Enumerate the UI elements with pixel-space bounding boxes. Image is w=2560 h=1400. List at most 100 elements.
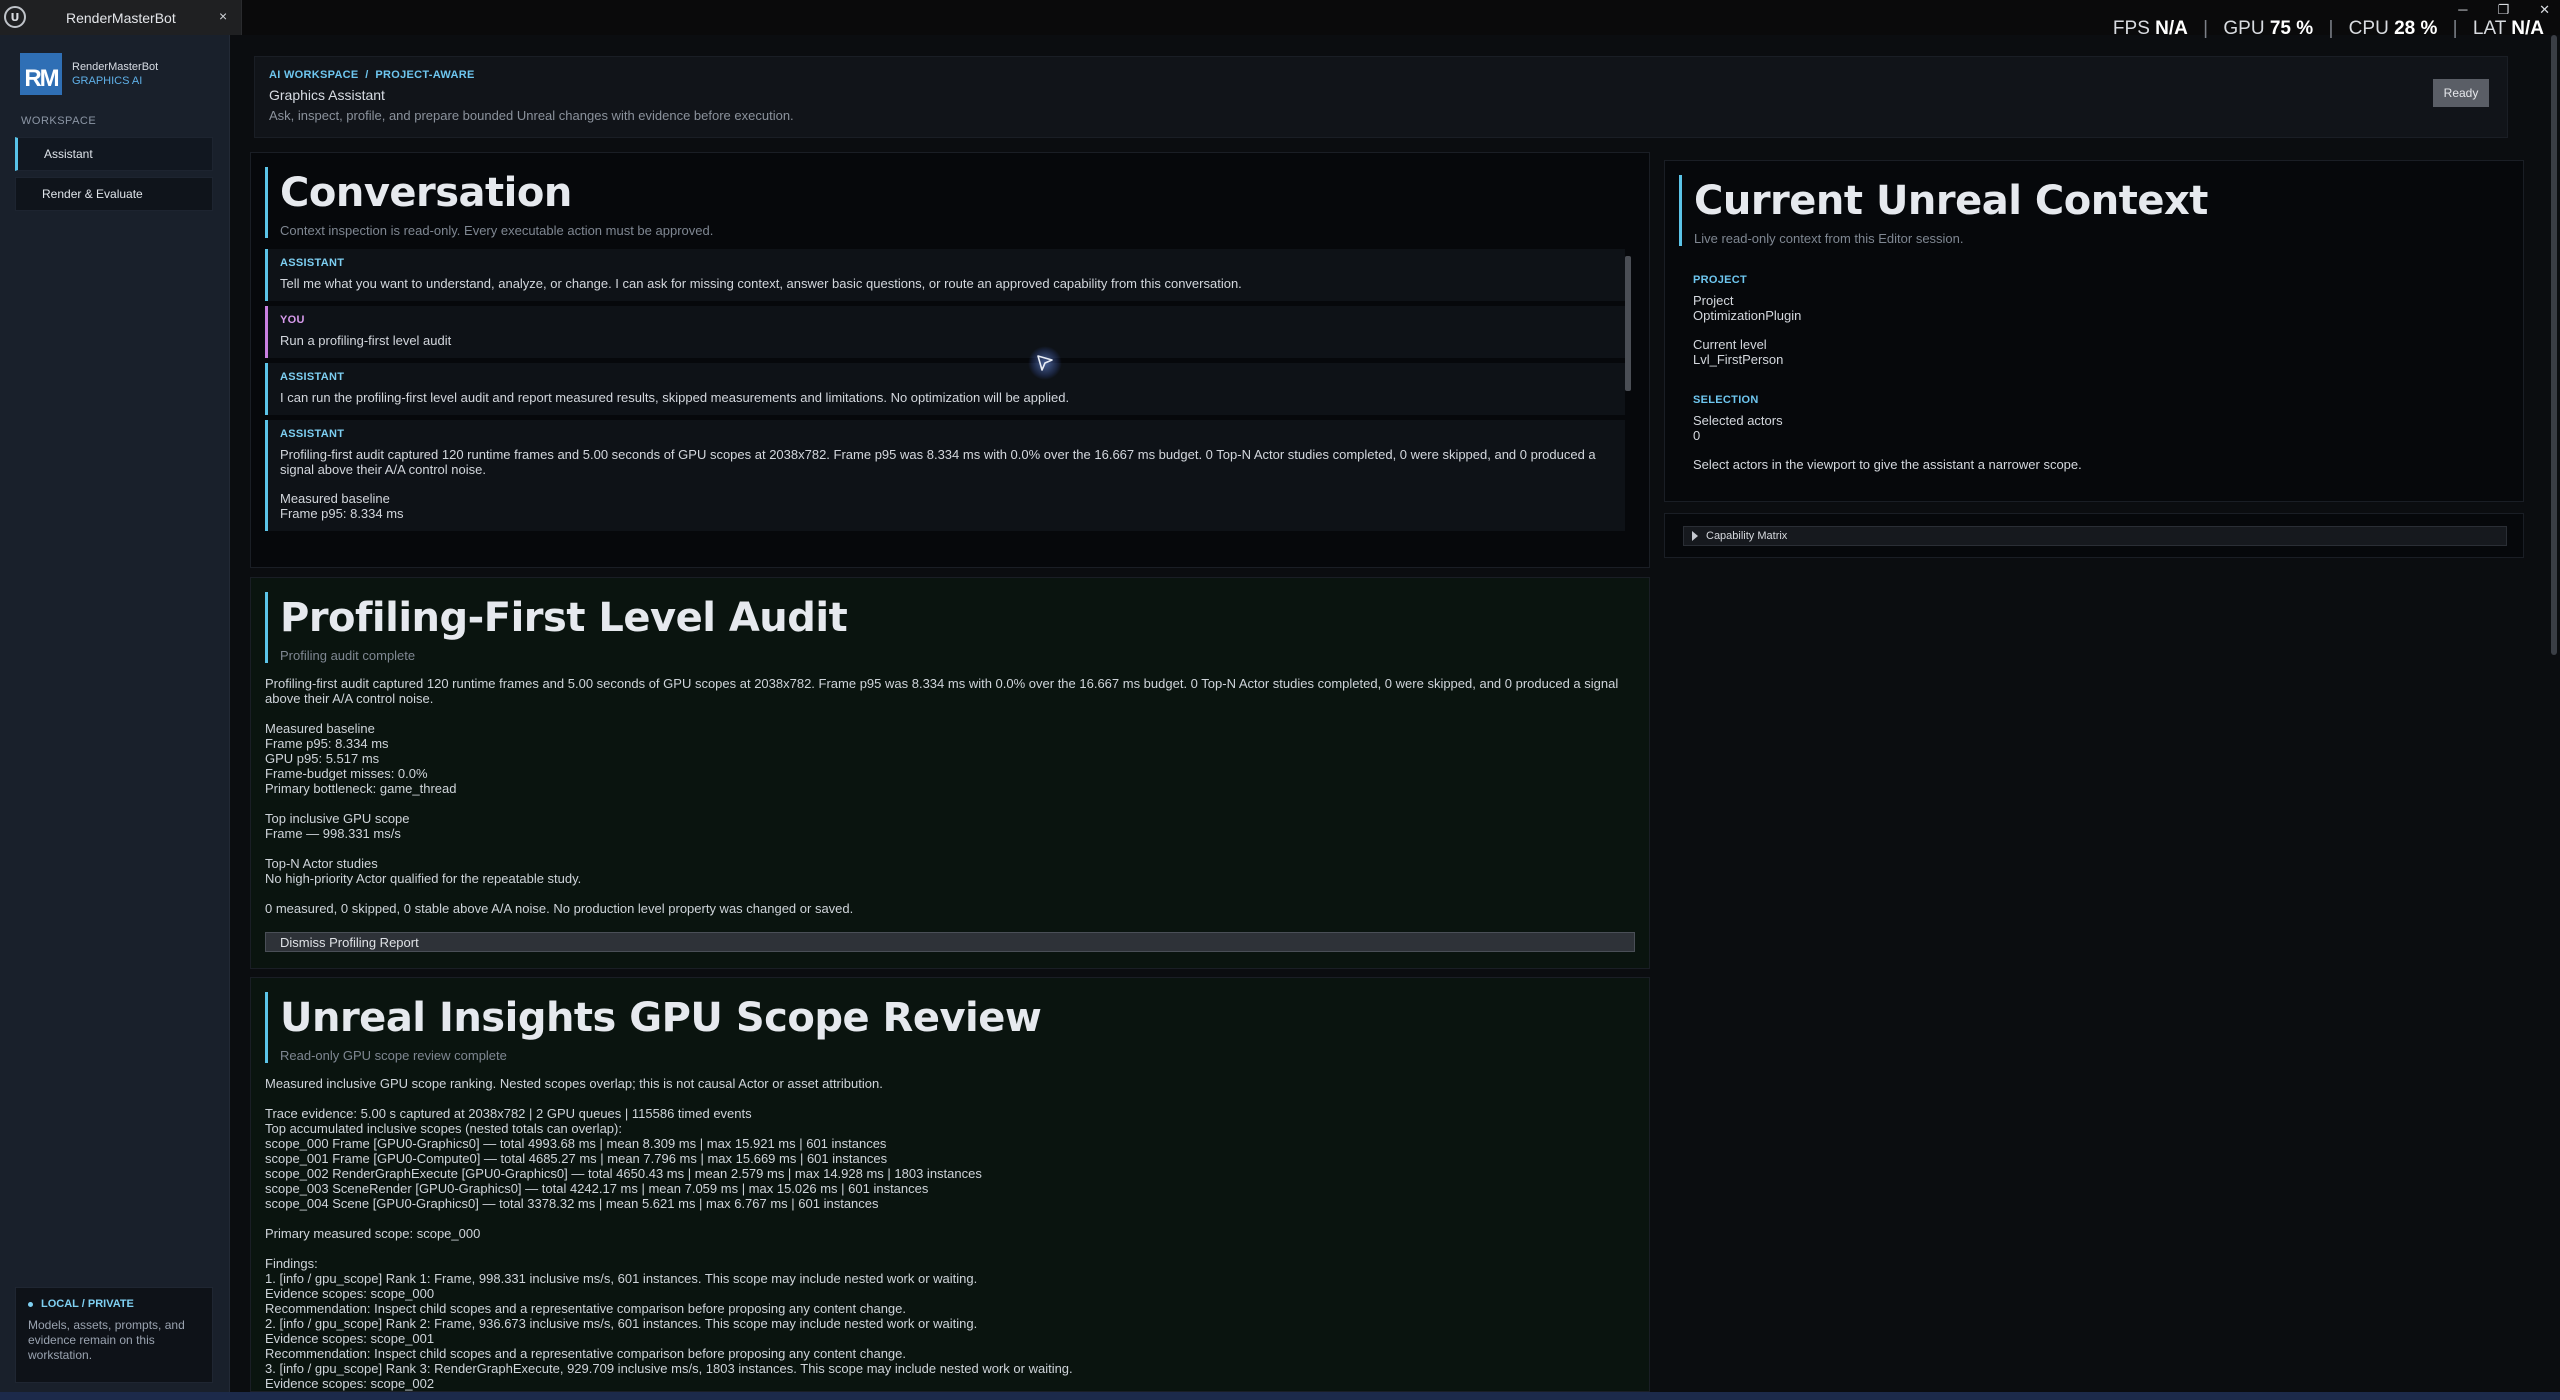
message-baseline-heading: Measured baseline [280, 491, 390, 506]
brand-text: RenderMasterBot GRAPHICS AI [72, 60, 158, 88]
capability-matrix-label: Capability Matrix [1706, 530, 1788, 542]
gpu-scope-heading: Top inclusive GPU scope [265, 811, 410, 826]
stats-separator: | [2328, 18, 2334, 39]
message-user: YOU Run a profiling-first level audit [265, 306, 1625, 358]
lat-label: LAT [2472, 18, 2506, 39]
message-role: YOU [280, 314, 305, 326]
finding-line: Evidence scopes: scope_002 [265, 1376, 435, 1391]
finding-line: Recommendation: Inspect child scopes and… [265, 1346, 906, 1361]
project-info: Project OptimizationPlugin [1693, 293, 2082, 323]
conversation-panel: Conversation Context inspection is read-… [250, 152, 1650, 568]
page-scrollbar-thumb[interactable] [2551, 35, 2557, 655]
sidebar-item-assistant[interactable]: Assistant [15, 137, 213, 171]
local-private-card: LOCAL / PRIVATE Models, assets, prompts,… [15, 1287, 213, 1383]
audit-gpu-scope: Top inclusive GPU scope Frame — 998.331 … [265, 811, 1635, 841]
close-icon[interactable]: ✕ [2539, 2, 2550, 18]
brand-subtitle: GRAPHICS AI [72, 75, 143, 87]
performance-stats: FPS N/A | GPU 75 % | CPU 28 % | LAT N/A [2113, 18, 2544, 40]
status-dot-icon [28, 1301, 33, 1307]
stats-separator: | [2452, 18, 2458, 39]
page-subtitle: Ask, inspect, profile, and prepare bound… [269, 108, 794, 123]
conversation-subtitle: Context inspection is read-only. Every e… [280, 223, 714, 238]
insights-trace: Trace evidence: 5.00 s captured at 2038x… [265, 1106, 1635, 1211]
brand: RM RenderMasterBot GRAPHICS AI [20, 53, 158, 95]
baseline-line: Frame-budget misses: 0.0% [265, 766, 428, 781]
breadcrumb: AI WORKSPACE / PROJECT-AWARE [269, 69, 475, 81]
selection-info: Selected actors 0 [1693, 413, 2082, 443]
finding-line: Recommendation: Inspect child scopes and… [265, 1301, 906, 1316]
page-scrollbar[interactable] [2548, 35, 2560, 1400]
context-title: Current Unreal Context [1694, 178, 2208, 224]
page-title: Graphics Assistant [269, 87, 385, 103]
message-role: ASSISTANT [280, 371, 345, 383]
selection-hint: Select actors in the viewport to give th… [1693, 457, 2082, 472]
selected-actors-value: 0 [1693, 428, 1701, 443]
message-assistant: ASSISTANT Profiling-first audit captured… [265, 420, 1625, 531]
audit-body: Profiling-first audit captured 120 runti… [265, 676, 1635, 931]
audit-summary: Profiling-first audit captured 120 runti… [265, 676, 1619, 706]
sidebar-item-render-evaluate[interactable]: Render & Evaluate [15, 177, 213, 211]
level-info: Current level Lvl_FirstPerson [1693, 337, 2082, 367]
cpu-label: CPU [2348, 18, 2389, 39]
dismiss-report-button[interactable]: Dismiss Profiling Report [265, 932, 1635, 952]
ready-status-button[interactable]: Ready [2433, 79, 2489, 107]
cursor-highlight [1028, 346, 1062, 380]
capability-matrix-toggle[interactable]: Capability Matrix [1683, 526, 2507, 546]
level-value: Lvl_FirstPerson [1693, 352, 1784, 367]
baseline-line: Frame p95: 8.334 ms [265, 736, 389, 751]
message-role: ASSISTANT [280, 257, 345, 269]
restore-icon[interactable]: ❐ [2497, 2, 2509, 18]
project-key: Project [1693, 293, 1734, 308]
unreal-context-panel: Current Unreal Context Live read-only co… [1664, 160, 2524, 502]
stats-separator: | [2203, 18, 2209, 39]
message-role: ASSISTANT [280, 428, 345, 440]
lat-value: N/A [2511, 18, 2544, 39]
finding-line: Evidence scopes: scope_001 [265, 1331, 435, 1346]
project-value: OptimizationPlugin [1693, 308, 1802, 323]
selection-section-label: SELECTION [1693, 394, 1759, 406]
brand-name: RenderMasterBot [72, 61, 159, 73]
minimize-icon[interactable]: ─ [2458, 2, 2467, 18]
gpu-value: 75 % [2269, 18, 2314, 39]
finding-line: 3. [info / gpu_scope] Rank 3: RenderGrap… [265, 1361, 1073, 1376]
project-section-label: PROJECT [1693, 274, 1748, 286]
sidebar-item-label: Render & Evaluate [42, 187, 143, 201]
message-text: I can run the profiling-first level audi… [280, 390, 1070, 405]
unreal-logo-icon: U [4, 6, 26, 28]
audit-heading: Profiling-First Level Audit Profiling au… [265, 592, 848, 663]
tab-close-icon[interactable]: × [219, 8, 227, 24]
scope-line: scope_000 Frame [GPU0-Graphics0] — total… [265, 1136, 887, 1151]
finding-line: Evidence scopes: scope_000 [265, 1286, 435, 1301]
gpu-scope-review-panel: Unreal Insights GPU Scope Review Read-on… [250, 977, 1650, 1392]
context-body: PROJECT Project OptimizationPlugin Curre… [1693, 273, 2082, 472]
insights-line: Trace evidence: 5.00 s captured at 2038x… [265, 1106, 752, 1121]
finding-line: 2. [info / gpu_scope] Rank 2: Frame, 936… [265, 1316, 978, 1331]
audit-actor-studies: Top-N Actor studies No high-priority Act… [265, 856, 1635, 886]
expand-triangle-icon [1692, 531, 1698, 541]
insights-subtitle: Read-only GPU scope review complete [280, 1048, 507, 1063]
window-controls: ─ ❐ ✕ [2458, 2, 2550, 18]
scope-line: scope_003 SceneRender [GPU0-Graphics0] —… [265, 1181, 929, 1196]
insights-heading: Unreal Insights GPU Scope Review Read-on… [265, 992, 1042, 1063]
level-key: Current level [1693, 337, 1767, 352]
private-title-text: LOCAL / PRIVATE [41, 1298, 134, 1310]
message-list[interactable]: ASSISTANT Tell me what you want to under… [265, 249, 1625, 549]
insights-title: Unreal Insights GPU Scope Review [280, 995, 1042, 1041]
primary-scope: Primary measured scope: scope_000 [265, 1226, 481, 1241]
scope-line: scope_001 Frame [GPU0-Compute0] — total … [265, 1151, 888, 1166]
workspace-section-label: WORKSPACE [21, 115, 97, 127]
conversation-scrollbar[interactable] [1625, 256, 1631, 391]
scope-line: scope_004 Scene [GPU0-Graphics0] — total… [265, 1196, 879, 1211]
private-title: LOCAL / PRIVATE [28, 1298, 200, 1310]
message-text: Run a profiling-first level audit [280, 333, 452, 348]
capability-matrix-panel: Capability Matrix [1664, 513, 2524, 558]
scope-line: scope_002 RenderGraphExecute [GPU0-Graph… [265, 1166, 982, 1181]
actor-studies-line: No high-priority Actor qualified for the… [265, 871, 582, 886]
insights-body: Measured inclusive GPU scope ranking. Ne… [265, 1076, 1635, 1391]
context-heading: Current Unreal Context Live read-only co… [1679, 175, 2208, 246]
message-assistant: ASSISTANT I can run the profiling-first … [265, 363, 1625, 415]
app-tab[interactable]: U RenderMasterBot × [0, 0, 242, 35]
message-text: Profiling-first audit captured 120 runti… [280, 447, 1596, 477]
sidebar: RM RenderMasterBot GRAPHICS AI WORKSPACE… [0, 35, 230, 1400]
page-header: AI WORKSPACE / PROJECT-AWARE Graphics As… [254, 56, 2508, 138]
